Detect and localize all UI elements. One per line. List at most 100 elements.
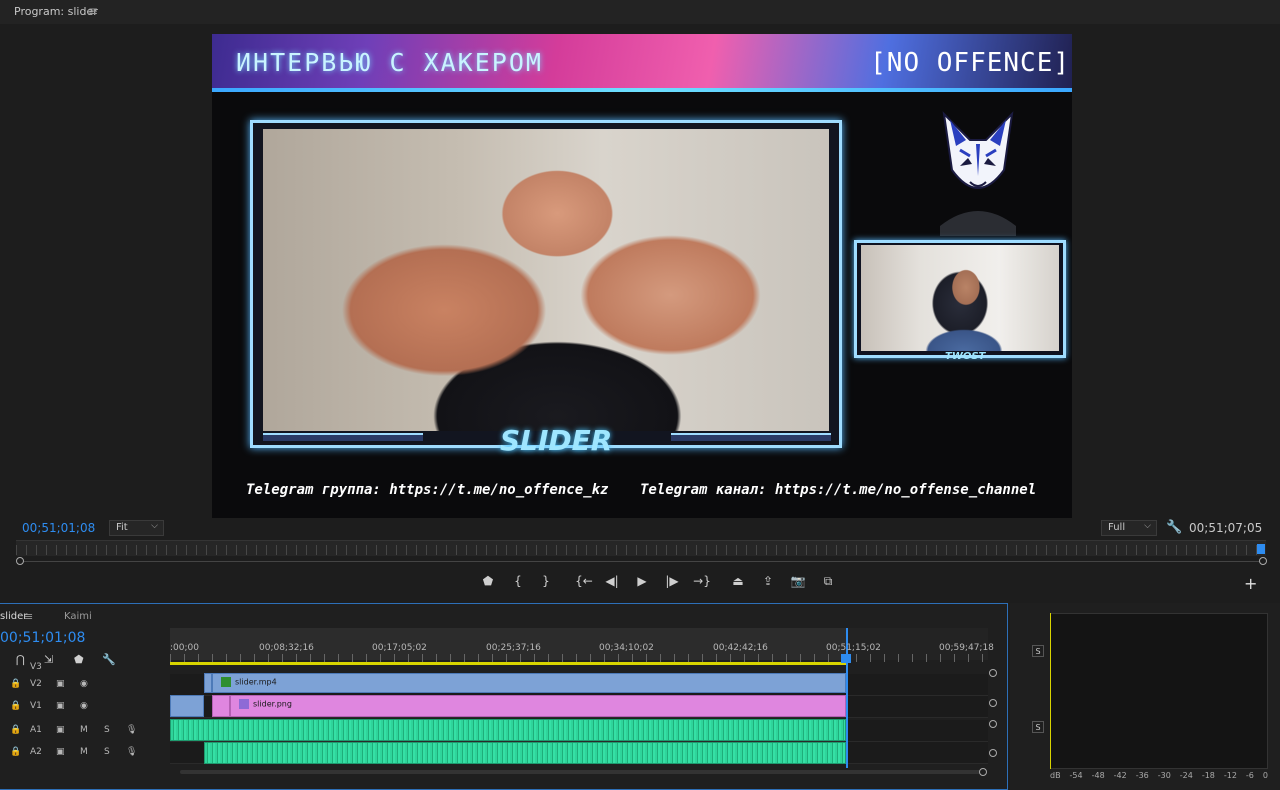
clip-audio-a2[interactable] xyxy=(204,742,846,764)
zoom-handle-left[interactable] xyxy=(16,557,24,565)
program-monitor-header: Program: slider ≡ xyxy=(0,0,1280,24)
hamburger-icon[interactable]: ≡ xyxy=(88,4,98,18)
zoom-handle-right[interactable] xyxy=(1259,557,1267,565)
meter-scale-label: -30 xyxy=(1157,771,1171,780)
monitor-playhead[interactable] xyxy=(1257,544,1265,554)
main-camera-frame xyxy=(250,120,842,448)
track-label-v1: V1 xyxy=(30,701,42,711)
step-back-icon: ◀| xyxy=(605,574,619,588)
lock-icon[interactable]: 🔒 xyxy=(10,701,21,711)
fx-badge-icon xyxy=(221,677,231,687)
marker-icon: ⬟ xyxy=(482,574,494,588)
scroll-handle-right[interactable] xyxy=(979,768,987,776)
ruler-label: 00;59;47;18 xyxy=(939,643,994,653)
lift-icon: ⏏ xyxy=(732,574,744,588)
clip-slider-png[interactable]: slider.png xyxy=(230,695,846,717)
chevron-down-icon: ⌵ xyxy=(1144,521,1151,531)
meter-scale-label: -18 xyxy=(1201,771,1215,780)
monitor-scrub-bar[interactable] xyxy=(16,540,1266,556)
track-scroll-knob[interactable] xyxy=(989,699,997,707)
button-editor-plus-icon[interactable]: + xyxy=(1244,574,1257,593)
mark-out-button[interactable]: } xyxy=(536,574,556,588)
lock-icon[interactable]: 🔒 xyxy=(10,747,21,757)
meter-scale-label: -12 xyxy=(1223,771,1237,780)
track-scroll-knob[interactable] xyxy=(989,720,997,728)
microphone-icon[interactable]: 🎙 xyxy=(126,747,137,757)
timeline-panel: slider ≡ Kaimi 00;51;01;08 ⋂ ⇲ ⬟ 🔧 V3 🔒 … xyxy=(0,603,1008,790)
playhead-timecode[interactable]: 00;51;01;08 xyxy=(22,521,95,535)
scrub-ticks xyxy=(16,545,1266,555)
zoom-scroll-track[interactable] xyxy=(24,561,1259,562)
ruler-label: 00;51;15;02 xyxy=(826,643,881,653)
eye-icon[interactable]: ◉ xyxy=(80,679,88,689)
camera-icon: 📷 xyxy=(790,574,806,588)
playback-resolution-dropdown[interactable]: Full ⌵ xyxy=(1101,520,1157,536)
clip-name: slider.mp4 xyxy=(235,677,277,687)
go-to-in-button[interactable]: {← xyxy=(574,574,594,588)
sync-lock-icon[interactable]: ▣ xyxy=(56,747,65,757)
track-label-v3: V3 xyxy=(30,662,42,672)
main-camera-feed xyxy=(263,129,829,431)
sync-lock-icon[interactable]: ▣ xyxy=(56,679,65,689)
step-back-button[interactable]: ◀| xyxy=(602,574,622,588)
meter-scale-label: -42 xyxy=(1113,771,1127,780)
meter-scale-label: -54 xyxy=(1069,771,1083,780)
ruler-label: 00;34;10;02 xyxy=(599,643,654,653)
guest-camera-frame: TWOST xyxy=(854,240,1066,362)
timeline-timecode[interactable]: 00;51;01;08 xyxy=(0,630,85,646)
wrench-icon[interactable]: 🔧 xyxy=(1166,520,1182,535)
lock-icon[interactable]: 🔒 xyxy=(10,725,21,735)
zoom-fit-dropdown[interactable]: Fit ⌵ xyxy=(109,520,164,536)
track-header-v1: 🔒 V1 ▣ ◉ xyxy=(0,696,168,718)
lift-button[interactable]: ⏏ xyxy=(728,574,748,588)
meter-scale-label: -36 xyxy=(1135,771,1149,780)
mute-button[interactable]: M xyxy=(80,725,88,735)
lock-icon[interactable]: 🔒 xyxy=(10,679,21,689)
hamburger-icon[interactable]: ≡ xyxy=(24,610,33,623)
banner-title: ИНТЕРВЬЮ С ХАКЕРОМ xyxy=(236,48,543,77)
mute-button[interactable]: M xyxy=(80,747,88,757)
track-scroll-knob[interactable] xyxy=(989,749,997,757)
timeline-horizontal-scrollbar[interactable] xyxy=(180,770,980,774)
work-area-bar[interactable] xyxy=(170,662,848,665)
audio-meter-scale: dB -54 -48 -42 -36 -30 -24 -18 -12 -6 0 xyxy=(1050,771,1268,780)
sync-lock-icon[interactable]: ▣ xyxy=(56,725,65,735)
fox-mask-mascot-icon xyxy=(940,111,1016,236)
track-scroll-knob[interactable] xyxy=(989,669,997,677)
step-forward-icon: |▶ xyxy=(665,574,679,588)
track-header-a1: 🔒 A1 ▣ M S 🎙 xyxy=(0,720,168,742)
play-icon: ▶ xyxy=(637,574,647,588)
banner-brand: [NO OFFENCE] xyxy=(870,48,1070,78)
solo-right-button[interactable]: S xyxy=(1032,721,1044,733)
solo-button[interactable]: S xyxy=(104,747,110,757)
solo-button[interactable]: S xyxy=(104,725,110,735)
clip-v1-start[interactable] xyxy=(170,695,204,717)
zoom-fit-value: Fit xyxy=(116,522,128,533)
timeline-playhead-handle[interactable] xyxy=(841,654,851,663)
meter-scale-label: -48 xyxy=(1091,771,1105,780)
export-frame-button[interactable]: 📷 xyxy=(788,574,808,588)
tab-kaimi[interactable]: Kaimi xyxy=(64,611,92,622)
play-button[interactable]: ▶ xyxy=(632,574,652,588)
eye-icon[interactable]: ◉ xyxy=(80,701,88,711)
mark-in-button[interactable]: { xyxy=(508,574,528,588)
chevron-down-icon: ⌵ xyxy=(151,521,158,531)
clip-slider-mp4[interactable]: slider.mp4 xyxy=(212,673,846,693)
audio-meter-display xyxy=(1050,613,1268,769)
go-to-out-button[interactable]: →} xyxy=(692,574,712,588)
fx-badge-icon xyxy=(239,699,249,709)
clip-graphic-head[interactable] xyxy=(212,695,230,717)
solo-left-button[interactable]: S xyxy=(1032,645,1044,657)
go-to-in-icon: {← xyxy=(575,574,593,588)
microphone-icon[interactable]: 🎙 xyxy=(126,725,137,735)
extract-button[interactable]: ⇪ xyxy=(758,574,778,588)
guest-name-label: TWOST xyxy=(945,351,986,362)
track-label-v2: V2 xyxy=(30,679,42,689)
comparison-view-button[interactable]: ⧉ xyxy=(818,574,838,589)
clip-slider-mp4-head[interactable] xyxy=(204,673,212,693)
add-marker-button[interactable]: ⬟ xyxy=(478,574,498,588)
clip-audio-a1[interactable] xyxy=(170,719,846,741)
step-forward-button[interactable]: |▶ xyxy=(662,574,682,588)
sync-lock-icon[interactable]: ▣ xyxy=(56,701,65,711)
clip-label-wrap: slider.png xyxy=(239,699,292,709)
